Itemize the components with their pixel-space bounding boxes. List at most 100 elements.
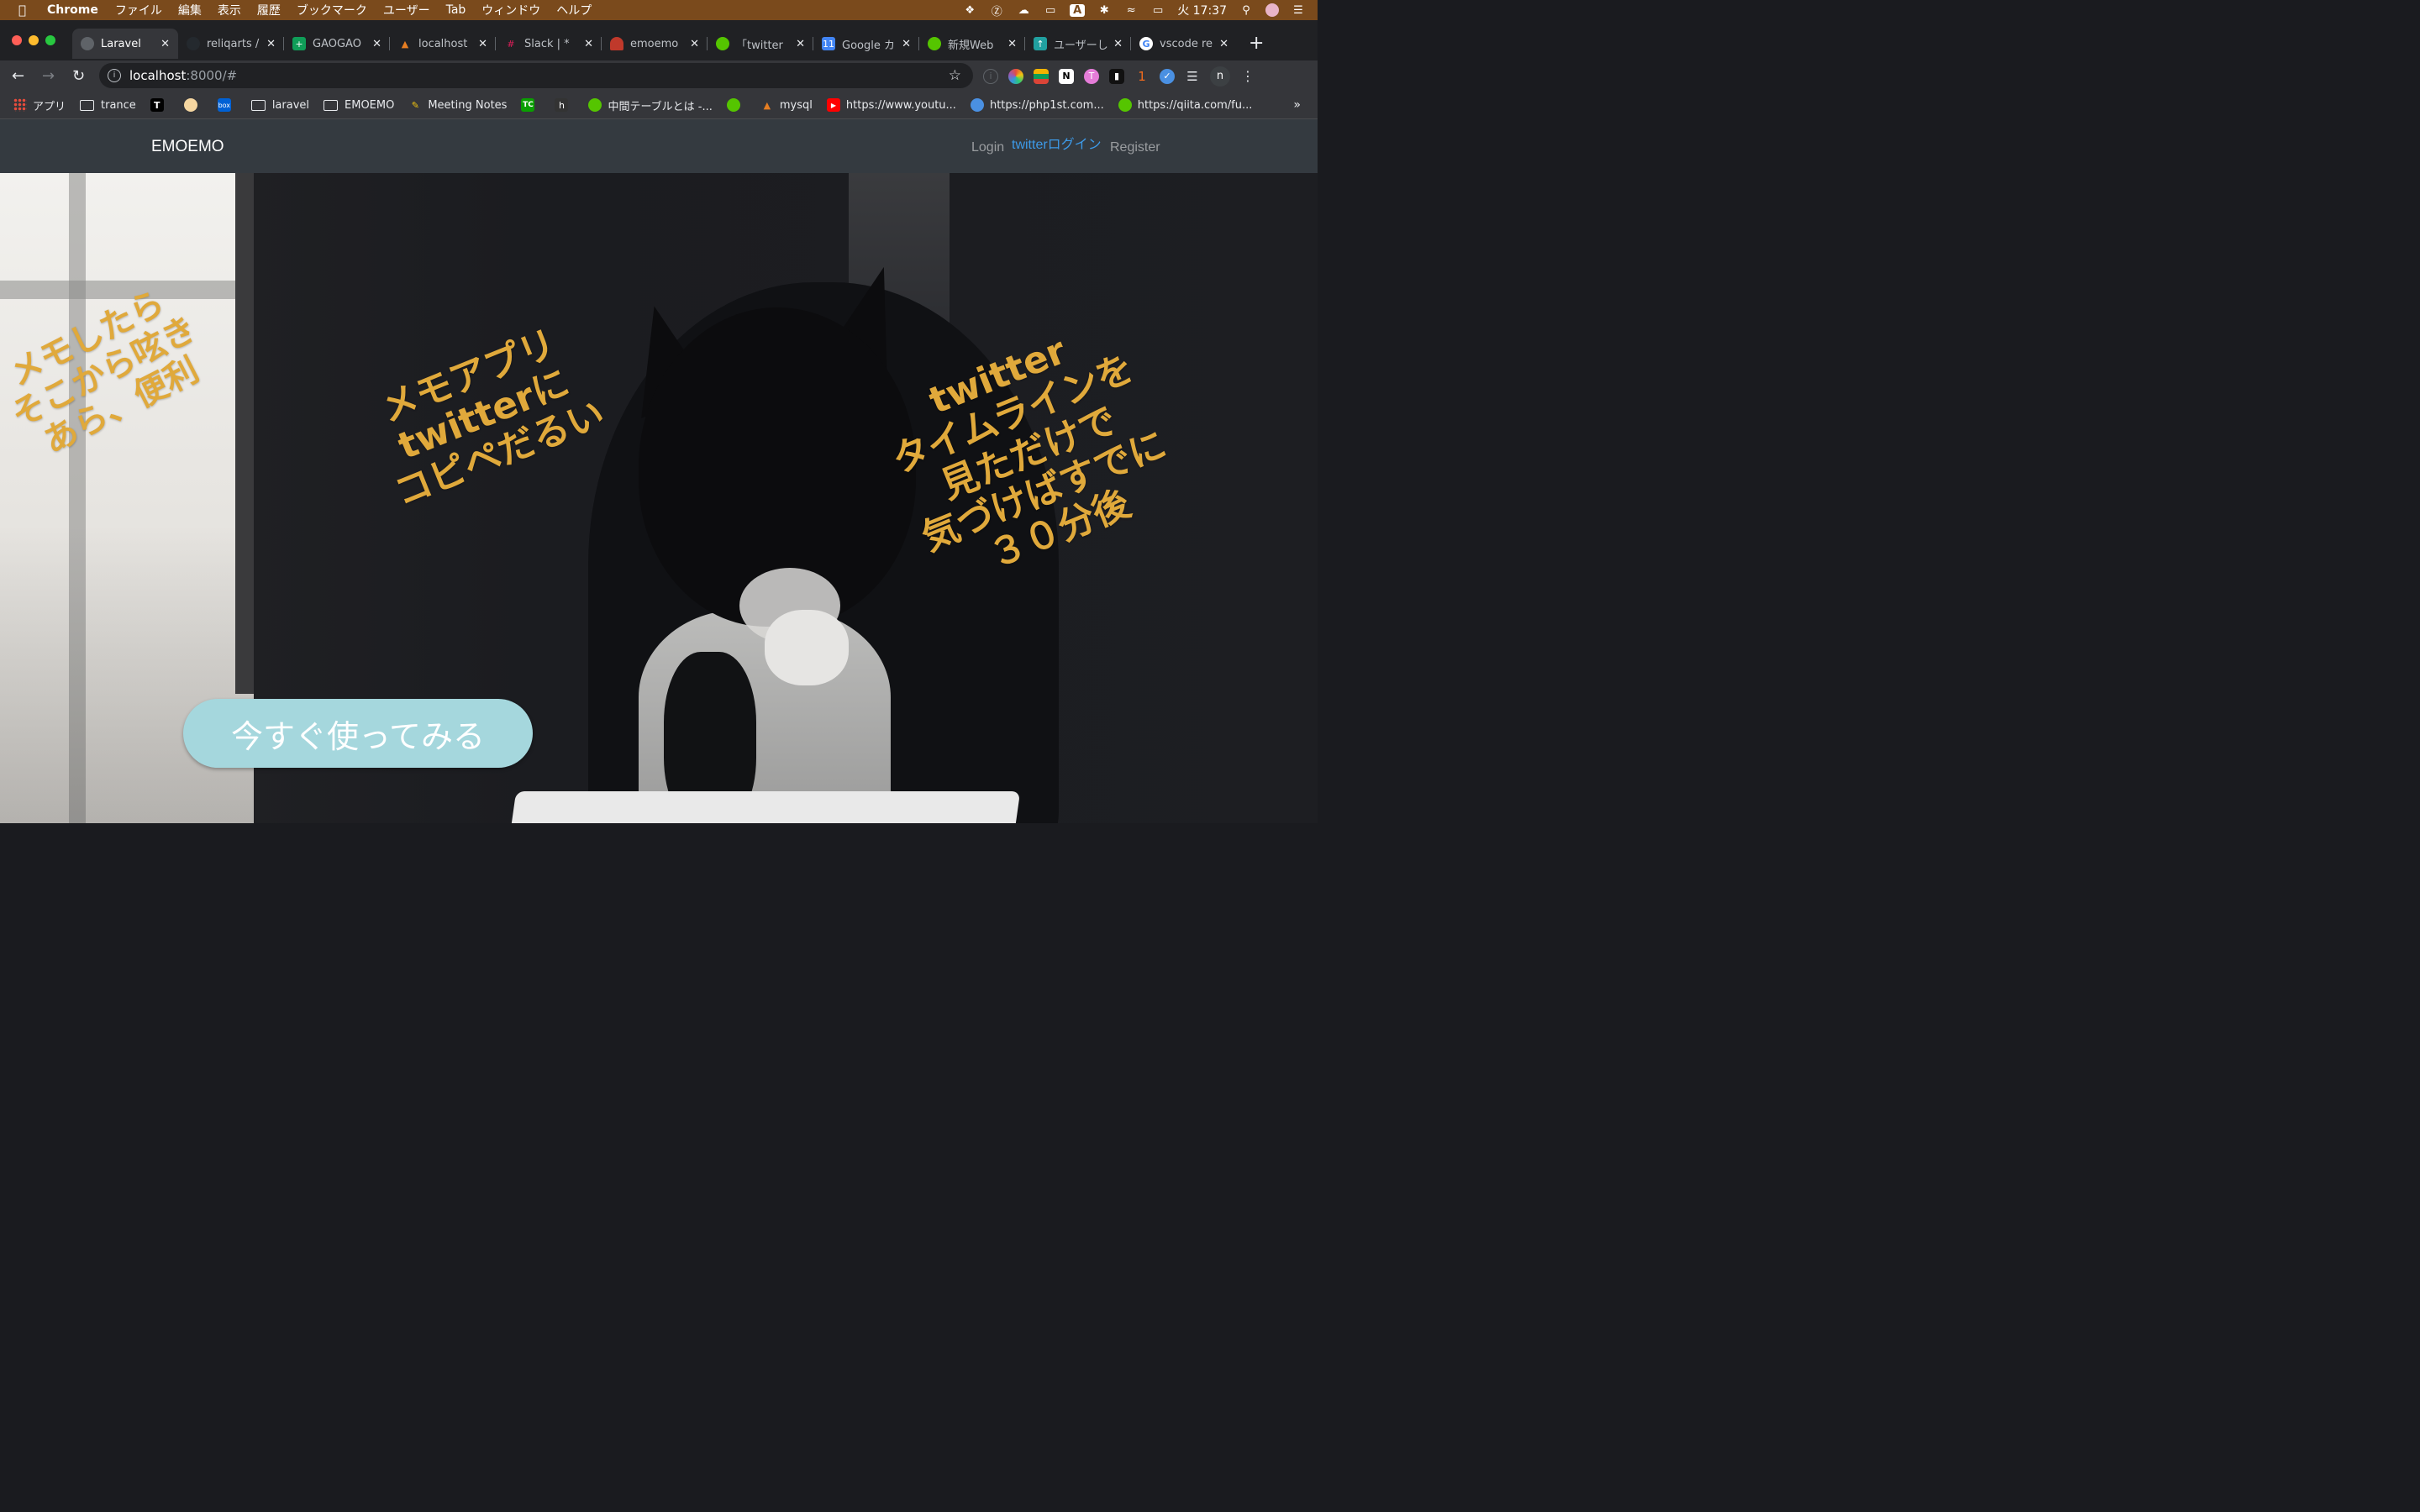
battery-icon[interactable]: ▭ bbox=[1150, 4, 1165, 17]
login-link[interactable]: Login bbox=[971, 140, 1004, 155]
google-icon: G bbox=[1139, 37, 1153, 50]
toggl-ext-icon[interactable]: T bbox=[1084, 68, 1099, 84]
menu-help[interactable]: ヘルプ bbox=[556, 2, 592, 18]
bookmark-apps[interactable]: アプリ bbox=[13, 97, 66, 113]
tab-vscode[interactable]: G vscode re ✕ bbox=[1131, 29, 1237, 59]
tab-user[interactable]: ↑ ユーザーし ✕ bbox=[1025, 29, 1131, 59]
apple-icon[interactable]:  bbox=[18, 3, 35, 18]
url-text[interactable]: localhost:8000/# bbox=[129, 68, 237, 83]
close-icon[interactable]: ✕ bbox=[266, 38, 276, 50]
menu-tab[interactable]: Tab bbox=[446, 3, 466, 17]
new-tab-icon[interactable]: + bbox=[1249, 29, 1264, 59]
wifi-icon[interactable]: ≈ bbox=[1123, 4, 1139, 17]
tab-gaogao[interactable]: + GAOGAO ✕ bbox=[284, 29, 390, 59]
bookmark-mysql[interactable]: ▲ mysql bbox=[760, 98, 813, 112]
back-icon[interactable]: ← bbox=[12, 60, 24, 92]
bookmark-meeting-notes[interactable]: ✎ Meeting Notes bbox=[408, 98, 508, 112]
profile-icon[interactable]: n bbox=[1210, 66, 1230, 87]
bookmark-hatena[interactable]: h bbox=[555, 98, 574, 112]
try-now-button[interactable]: 今すぐ使ってみる bbox=[183, 699, 533, 768]
cloud-icon[interactable]: ☁ bbox=[1016, 4, 1031, 17]
forward-icon[interactable]: → bbox=[42, 60, 55, 92]
user-avatar-icon[interactable] bbox=[1265, 3, 1279, 17]
close-icon[interactable]: ✕ bbox=[1007, 38, 1017, 50]
bookmark-emoemo[interactable]: EMOEMO bbox=[324, 99, 394, 112]
close-icon[interactable]: ✕ bbox=[796, 38, 805, 50]
bookmark-star-icon[interactable]: ☆ bbox=[949, 67, 961, 84]
bookmark-youtube[interactable]: ▶ https://www.youtu... bbox=[826, 98, 956, 112]
window-controls bbox=[12, 35, 55, 45]
tab-new-web[interactable]: 新規Web ✕ bbox=[919, 29, 1025, 59]
close-icon[interactable]: ✕ bbox=[1219, 38, 1228, 50]
notion-ext-icon[interactable]: N bbox=[1059, 68, 1074, 84]
tab-emoemo[interactable]: emoemo ✕ bbox=[602, 29, 708, 59]
close-icon[interactable]: ✕ bbox=[478, 38, 487, 50]
window-shadow bbox=[0, 526, 254, 823]
bookmark-qiita[interactable] bbox=[726, 98, 746, 112]
close-icon[interactable]: ✕ bbox=[372, 38, 381, 50]
register-link[interactable]: Register bbox=[1110, 140, 1160, 155]
tab-reliqarts[interactable]: reliqarts / ✕ bbox=[178, 29, 284, 59]
close-icon[interactable]: ✕ bbox=[902, 38, 911, 50]
tab-localhost[interactable]: ▲ localhost ✕ bbox=[390, 29, 496, 59]
tab-slack[interactable]: # Slack | * ✕ bbox=[496, 29, 602, 59]
more-menu-icon[interactable]: ⋮ bbox=[1240, 68, 1255, 84]
maximize-window-icon[interactable] bbox=[45, 35, 55, 45]
site-brand[interactable]: EMOEMO bbox=[151, 138, 224, 156]
color-ext-icon[interactable] bbox=[1008, 68, 1023, 84]
bluetooth-icon[interactable]: ✱ bbox=[1097, 4, 1112, 17]
close-icon[interactable]: ✕ bbox=[584, 38, 593, 50]
bookmark-intermediate-table[interactable]: 中間テーブルとは -... bbox=[588, 97, 713, 113]
close-icon[interactable]: ✕ bbox=[690, 38, 699, 50]
onepassword-ext-icon[interactable]: i bbox=[983, 68, 998, 84]
menu-edit[interactable]: 編集 bbox=[178, 2, 202, 18]
search-icon[interactable]: ⚲ bbox=[1239, 4, 1254, 17]
bookmark-php1st[interactable]: https://php1st.com... bbox=[970, 98, 1104, 112]
tab-google-calendar[interactable]: 11 Google カ ✕ bbox=[813, 29, 919, 59]
list-icon[interactable]: ☰ bbox=[1291, 4, 1306, 17]
input-method-icon[interactable]: A bbox=[1070, 3, 1086, 17]
twitter-login-link[interactable]: twitterログイン bbox=[1012, 133, 1102, 153]
tab-twitter-qiita[interactable]: 「twitter ✕ bbox=[708, 29, 813, 59]
menu-app-name[interactable]: Chrome bbox=[47, 3, 98, 17]
qiita-icon bbox=[726, 98, 740, 112]
close-icon[interactable]: ✕ bbox=[160, 38, 170, 50]
tab-label: ユーザーし bbox=[1054, 39, 1107, 52]
playlist-icon[interactable]: ☰ bbox=[1185, 69, 1200, 84]
techcrunch-icon: TC bbox=[521, 98, 535, 112]
tab-label: reliqarts / bbox=[207, 37, 260, 50]
clock[interactable]: 火 17:37 bbox=[1177, 2, 1227, 18]
info-icon[interactable]: i bbox=[108, 69, 121, 82]
menu-view[interactable]: 表示 bbox=[218, 2, 241, 18]
tab-laravel[interactable]: Laravel ✕ bbox=[72, 29, 178, 59]
bookmark-qiita-fu[interactable]: https://qiita.com/fu... bbox=[1118, 98, 1252, 112]
address-bar[interactable]: i localhost:8000/# ☆ bbox=[99, 63, 973, 88]
menu-bookmarks[interactable]: ブックマーク bbox=[297, 2, 367, 18]
menu-file[interactable]: ファイル bbox=[115, 2, 162, 18]
bookmark-ext-icon[interactable]: ▮ bbox=[1109, 68, 1124, 84]
vimeo-ext-icon[interactable]: ✓ bbox=[1160, 68, 1175, 84]
badge-ext-icon[interactable]: 1 bbox=[1134, 69, 1150, 84]
tab-label: Google カ bbox=[842, 39, 895, 52]
close-icon[interactable]: ✕ bbox=[1113, 38, 1123, 50]
youtube-icon: ▶ bbox=[826, 98, 840, 112]
onepassword-icon[interactable]: Ⓩ bbox=[989, 3, 1004, 18]
close-window-icon[interactable] bbox=[12, 35, 22, 45]
bookmark-laravel[interactable]: laravel bbox=[250, 99, 309, 112]
airplay-icon[interactable]: ▭ bbox=[1043, 4, 1058, 17]
bookmark-trance[interactable]: trance bbox=[80, 99, 136, 112]
bookmark-techcrunch[interactable]: TC bbox=[521, 98, 540, 112]
stack-ext-icon[interactable] bbox=[1034, 68, 1049, 84]
dropbox-icon[interactable]: ❖ bbox=[962, 4, 977, 17]
menu-user[interactable]: ユーザー bbox=[383, 2, 430, 18]
menu-window[interactable]: ウィンドウ bbox=[481, 2, 540, 18]
bookmark-ninja[interactable] bbox=[183, 98, 203, 112]
bookmark-box[interactable]: box bbox=[217, 98, 237, 112]
folder-icon bbox=[250, 99, 266, 111]
minimize-window-icon[interactable] bbox=[29, 35, 39, 45]
chevron-more-icon[interactable]: » bbox=[1293, 98, 1301, 112]
bookmark-t[interactable]: T bbox=[150, 98, 170, 112]
qiita-icon bbox=[1118, 98, 1132, 112]
reload-icon[interactable]: ↻ bbox=[72, 60, 85, 92]
menu-history[interactable]: 履歴 bbox=[257, 2, 281, 18]
